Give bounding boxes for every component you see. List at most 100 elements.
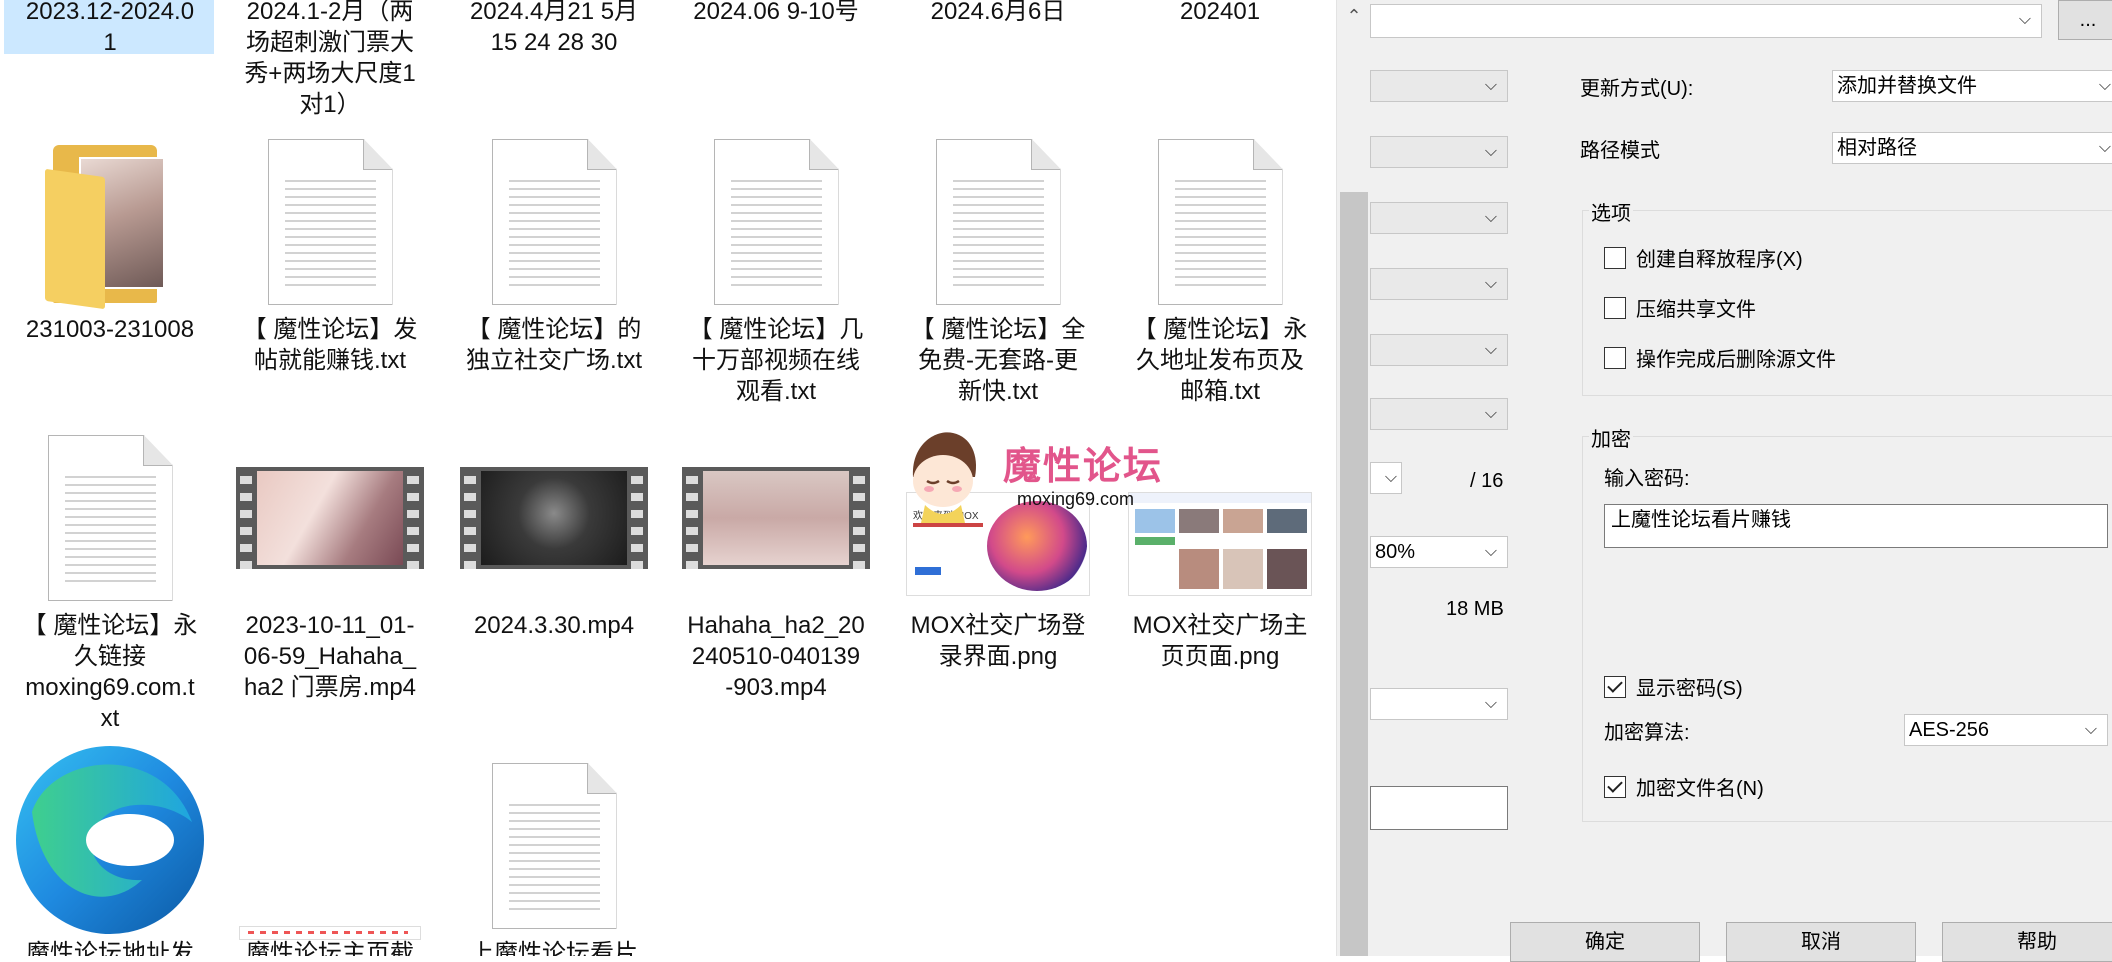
solid-block-combo[interactable]: ⌵ (1370, 398, 1508, 430)
dictionary-size-combo[interactable]: ⌵ (1370, 268, 1508, 300)
file-name: 2024.6月6日 (930, 0, 1066, 25)
file-name: 上魔性论坛看片 (470, 940, 638, 956)
encryption-method-value: AES-256 (1909, 719, 1990, 741)
path-mode-combo[interactable]: 相对路径 ⌵ (1832, 132, 2112, 164)
memory-size-readout: 18 MB (1446, 598, 1504, 620)
video-file-icon (450, 428, 658, 608)
encryption-method-label: 加密算法: (1604, 722, 1690, 744)
file-name: 231003-231008 (25, 316, 195, 343)
file-name: 2023-10-11_01- 06-59_Hahaha_ ha2 门票房.mp4 (243, 612, 417, 701)
file-name: 2024.3.30.mp4 (473, 612, 635, 639)
chevron-down-icon[interactable]: ⌵ (2019, 5, 2031, 35)
password-input[interactable]: 上魔性论坛看片赚钱 (1604, 504, 2108, 548)
path-mode-label: 路径模式 (1580, 140, 1660, 162)
chevron-down-icon[interactable]: ⌵ (1485, 137, 1497, 167)
scroll-up-icon[interactable]: ⌃ (1337, 6, 1371, 27)
file-name: Hahaha_ha2_20 240510-040139 -903.mp4 (687, 612, 865, 701)
text-file-icon (450, 756, 658, 936)
image-file-icon (226, 740, 434, 940)
threads-combo[interactable]: ⌵ (1370, 462, 1402, 494)
parameters-input[interactable] (1370, 786, 1508, 830)
file-name: 2024.1-2月（两 场超刺激门票大 秀+两场大尺度1 对1） (244, 0, 416, 118)
chevron-down-icon[interactable]: ⌵ (1385, 463, 1397, 493)
update-mode-combo[interactable]: 添加并替换文件 ⌵ (1832, 70, 2112, 102)
chevron-down-icon[interactable]: ⌵ (1485, 203, 1497, 233)
chevron-down-icon[interactable]: ⌵ (1485, 537, 1497, 567)
file-name: 2024.06 9-10号 (693, 0, 859, 25)
file-name: 魔性论坛主页截 (246, 940, 414, 956)
chevron-down-icon[interactable]: ⌵ (1485, 71, 1497, 101)
create-sfx-checkbox[interactable]: 创建自释放程序(X) (1604, 243, 1803, 272)
memory-usage-combo[interactable]: 80% ⌵ (1370, 536, 1508, 568)
chevron-down-icon[interactable]: ⌵ (2099, 71, 2111, 101)
checkbox-box[interactable] (1604, 775, 1626, 798)
archive-settings-dialog: ⌵ ... ⌵ ⌵ ⌵ ⌵ ⌵ ⌵ ⌵ / 16 80% ⌵ 18 MB ⌵ 更新… (1370, 0, 2112, 962)
file-name: 【 魔性论坛】的 独立社交广场.txt (465, 316, 642, 374)
delete-after-checkbox[interactable]: 操作完成后删除源文件 (1604, 343, 1836, 372)
chevron-down-icon[interactable]: ⌵ (2099, 133, 2111, 163)
split-volume-combo[interactable]: ⌵ (1370, 688, 1508, 720)
checkbox-box[interactable] (1604, 246, 1626, 269)
compress-shared-label: 压缩共享文件 (1636, 299, 1756, 321)
path-mode-value: 相对路径 (1837, 137, 1917, 159)
watermark-title: 魔性论坛 (1003, 444, 1164, 488)
encryption-group-title: 加密 (1589, 423, 1633, 452)
chevron-down-icon[interactable]: ⌵ (1485, 269, 1497, 299)
file-name: 2023.12-2024.0 1 (25, 0, 195, 56)
mascot-icon (912, 432, 977, 523)
chevron-down-icon[interactable]: ⌵ (1485, 689, 1497, 719)
file-name: 魔性论坛地址发 (26, 940, 194, 956)
folder-photo-icon (6, 132, 214, 312)
file-name: 2024.4月21 5月 15 24 28 30 (469, 0, 639, 56)
file-name: 【 魔性论坛】永 久地址发布页及 邮箱.txt (1132, 316, 1308, 405)
text-file-icon (226, 132, 434, 312)
chevron-down-icon[interactable]: ⌵ (1485, 335, 1497, 365)
text-file-icon (6, 428, 214, 608)
scrollbar-thumb[interactable] (1340, 192, 1368, 956)
file-name: 【 魔性论坛】全 免费-无套路-更 新快.txt (910, 316, 1086, 405)
text-file-icon (672, 132, 880, 312)
file-name: MOX社交广场主 页页面.png (1132, 612, 1308, 670)
checkbox-box[interactable] (1604, 296, 1626, 319)
word-size-combo[interactable]: ⌵ (1370, 334, 1508, 366)
text-file-icon (1116, 132, 1324, 312)
memory-percent-value: 80% (1375, 541, 1416, 563)
show-password-label: 显示密码(S) (1636, 678, 1743, 700)
checkbox-box[interactable] (1604, 675, 1626, 698)
edge-browser-icon (6, 740, 214, 940)
file-name: 202401 (1179, 0, 1261, 25)
chevron-down-icon[interactable]: ⌵ (1485, 399, 1497, 429)
file-name: 【 魔性论坛】发 帖就能赚钱.txt (242, 316, 418, 374)
file-name: 【 魔性论坛】永 久链接 moxing69.com.t xt (22, 612, 198, 732)
checkbox-box[interactable] (1604, 346, 1626, 369)
update-mode-value: 添加并替换文件 (1837, 75, 1977, 97)
compress-shared-checkbox[interactable]: 压缩共享文件 (1604, 293, 1756, 322)
ok-button[interactable]: 确定 (1510, 922, 1700, 962)
chevron-down-icon[interactable]: ⌵ (2085, 715, 2097, 745)
file-name: 【 魔性论坛】几 十万部视频在线 观看.txt (688, 316, 864, 405)
text-file-icon (894, 132, 1102, 312)
forum-watermark: 魔性论坛 moxing69.com (905, 425, 1195, 525)
cancel-button[interactable]: 取消 (1726, 922, 1916, 962)
video-file-icon (672, 428, 880, 608)
file-explorer-view: 2023.12-2024.0 1 2024.1-2月（两 场超刺激门票大 秀+两… (0, 0, 1336, 956)
browse-button[interactable]: ... (2058, 0, 2112, 40)
file-name: MOX社交广场登 录界面.png (910, 612, 1086, 670)
archive-name-combo[interactable]: ⌵ (1370, 4, 2042, 38)
help-button[interactable]: 帮助 (1942, 922, 2112, 962)
encryption-group: 加密 (1582, 423, 2112, 822)
delete-after-label: 操作完成后删除源文件 (1636, 349, 1836, 371)
threads-total: / 16 (1470, 470, 1504, 492)
create-sfx-label: 创建自释放程序(X) (1636, 249, 1803, 271)
password-label: 输入密码: (1604, 468, 1690, 490)
encryption-method-combo[interactable]: AES-256 ⌵ (1904, 714, 2108, 746)
archive-format-combo[interactable]: ⌵ (1370, 70, 1508, 102)
encrypt-filenames-label: 加密文件名(N) (1636, 778, 1764, 800)
compression-level-combo[interactable]: ⌵ (1370, 136, 1508, 168)
compression-method-combo[interactable]: ⌵ (1370, 202, 1508, 234)
text-file-icon (450, 132, 658, 312)
vertical-scrollbar[interactable]: ⌃ (1336, 0, 1371, 956)
options-group-title: 选项 (1589, 197, 1633, 226)
encrypt-filenames-checkbox[interactable]: 加密文件名(N) (1604, 772, 1764, 801)
show-password-checkbox[interactable]: 显示密码(S) (1604, 672, 1743, 701)
